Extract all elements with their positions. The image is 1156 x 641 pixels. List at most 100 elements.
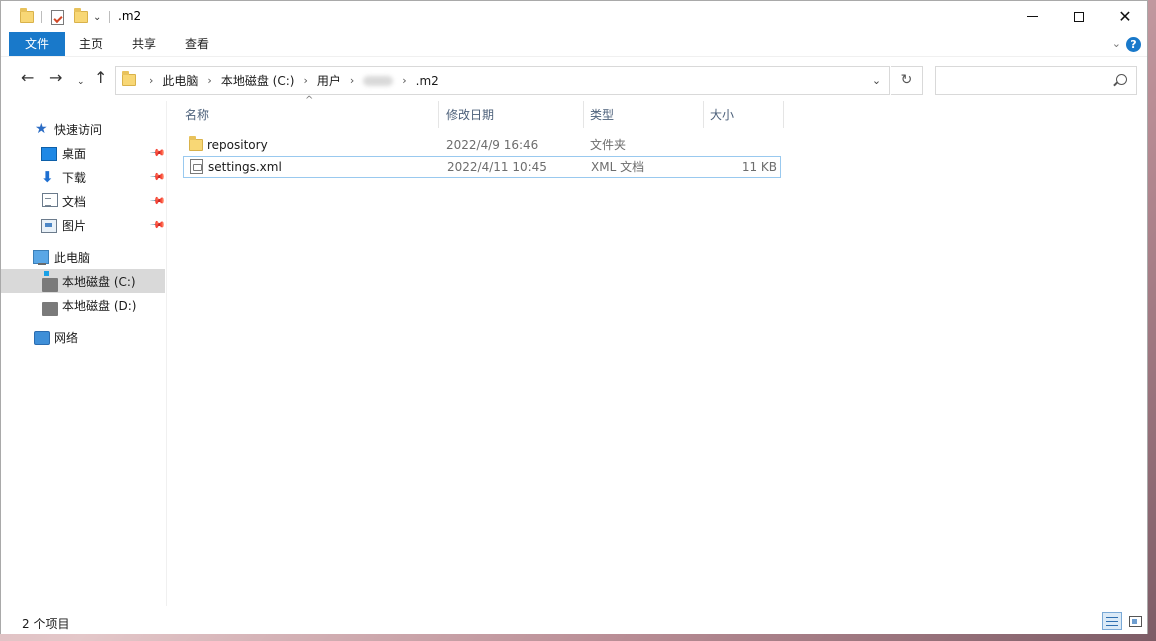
- breadcrumb-separator: ›: [149, 74, 154, 87]
- ribbon-tabs: 文件 主页 共享 查看 ⌄ ?: [1, 32, 1147, 56]
- explorer-window: ⌄ .m2 ✕ 文件 主页 共享 查看 ⌄ ? ← → ⌄ ↑ › 此电脑 › …: [0, 0, 1148, 634]
- search-icon[interactable]: [1116, 74, 1127, 85]
- sidebar-item-pictures[interactable]: 图片 📌: [1, 213, 166, 237]
- navigation-pane: ★ 快速访问 桌面 📌 ⬇ 下载 📌 文档 📌 图片 📌 此电脑 本地磁盘 (C…: [1, 101, 167, 606]
- sidebar-item-label: 此电脑: [54, 250, 91, 265]
- title-bar: ⌄ .m2 ✕: [1, 1, 1147, 32]
- column-header-size[interactable]: 大小: [704, 101, 784, 128]
- maximize-icon: [1074, 11, 1084, 22]
- tab-share[interactable]: 共享: [128, 32, 160, 56]
- documents-icon: [42, 193, 58, 207]
- details-view-button[interactable]: [1102, 612, 1122, 630]
- folder-icon: [122, 71, 136, 86]
- sidebar-item-label: 桌面: [62, 146, 87, 161]
- file-name: settings.xml: [208, 160, 282, 174]
- breadcrumb-separator[interactable]: ›: [303, 74, 307, 87]
- tab-home[interactable]: 主页: [75, 32, 107, 56]
- breadcrumb-separator[interactable]: ›: [350, 74, 354, 87]
- sidebar-item-network[interactable]: 网络: [1, 325, 165, 349]
- breadcrumb-this-pc[interactable]: 此电脑: [162, 72, 198, 89]
- navigation-bar: ← → ⌄ ↑ › 此电脑 › 本地磁盘 (C:) › 用户 › › .m2 ⌄…: [1, 56, 1147, 101]
- table-row[interactable]: repository 2022/4/9 16:46 文件夹: [183, 135, 781, 157]
- folder-icon: [20, 8, 34, 26]
- xml-file-icon: [190, 159, 203, 174]
- window-title: .m2: [118, 9, 142, 23]
- download-icon: ⬇: [41, 168, 54, 186]
- toolbar-separator: [41, 8, 42, 26]
- maximize-button[interactable]: [1056, 1, 1102, 32]
- close-button[interactable]: ✕: [1102, 1, 1148, 32]
- tab-view[interactable]: 查看: [181, 32, 213, 56]
- sidebar-item-drive-d[interactable]: 本地磁盘 (D:): [1, 293, 165, 317]
- details-view-icon: [1106, 617, 1118, 626]
- file-list: ^ 名称 修改日期 类型 大小 repository 2022/4/9 16:4…: [167, 95, 1147, 606]
- star-icon: ★: [35, 121, 48, 137]
- help-icon[interactable]: ?: [1126, 37, 1141, 52]
- pin-icon[interactable]: 📌: [149, 217, 166, 234]
- column-header-date[interactable]: 修改日期: [440, 101, 584, 128]
- file-size: 11 KB: [741, 160, 777, 174]
- file-date: 2022/4/11 10:45: [447, 160, 547, 174]
- item-count: 2 个项目: [22, 617, 70, 631]
- up-button[interactable]: ↑: [94, 70, 107, 86]
- desktop-icon: [41, 147, 57, 161]
- search-box[interactable]: [935, 66, 1137, 95]
- new-folder-icon[interactable]: [74, 8, 88, 26]
- customize-quick-access-icon[interactable]: ⌄: [93, 8, 101, 26]
- properties-icon[interactable]: [51, 8, 64, 26]
- sidebar-item-drive-c[interactable]: 本地磁盘 (C:): [1, 269, 165, 293]
- minimize-button[interactable]: [1009, 1, 1055, 32]
- sidebar-item-desktop[interactable]: 桌面 📌: [1, 141, 166, 165]
- pin-icon[interactable]: 📌: [149, 145, 166, 162]
- expand-ribbon-icon[interactable]: ⌄: [1112, 37, 1121, 50]
- sidebar-item-this-pc[interactable]: 此电脑: [1, 245, 165, 269]
- breadcrumb-drive-c[interactable]: 本地磁盘 (C:): [221, 72, 295, 89]
- breadcrumb-separator[interactable]: ›: [402, 74, 406, 87]
- sidebar-item-label: 文档: [62, 194, 87, 209]
- address-history-dropdown[interactable]: ⌄: [863, 67, 889, 94]
- folder-icon: [189, 136, 203, 151]
- sidebar-item-label: 下载: [62, 170, 87, 185]
- breadcrumb-m2[interactable]: .m2: [416, 74, 439, 88]
- computer-icon: [33, 250, 49, 265]
- back-button[interactable]: ←: [21, 70, 34, 86]
- large-icons-view-button[interactable]: [1125, 612, 1145, 630]
- tab-file[interactable]: 文件: [9, 32, 65, 56]
- windows-drive-icon: [42, 271, 58, 292]
- table-row[interactable]: settings.xml 2022/4/11 10:45 XML 文档 11 K…: [183, 156, 781, 178]
- breadcrumb-username-redacted[interactable]: [363, 75, 394, 86]
- refresh-icon: ↻: [900, 72, 913, 88]
- search-input[interactable]: [940, 71, 1110, 90]
- network-icon: [34, 331, 50, 345]
- sidebar-item-label: 本地磁盘 (C:): [62, 274, 136, 289]
- sidebar-item-documents[interactable]: 文档 📌: [1, 189, 166, 213]
- sidebar-item-quick-access[interactable]: ★ 快速访问: [1, 117, 165, 141]
- pictures-icon: [41, 219, 57, 233]
- pin-icon[interactable]: 📌: [149, 193, 166, 210]
- close-icon: ✕: [1118, 6, 1132, 26]
- file-name: repository: [207, 138, 268, 152]
- pin-icon[interactable]: 📌: [149, 169, 166, 186]
- sidebar-item-label: 网络: [54, 330, 79, 345]
- drive-icon: [42, 302, 58, 316]
- status-bar: 2 个项目: [1, 607, 1147, 634]
- file-type: XML 文档: [591, 160, 645, 174]
- breadcrumb: › 此电脑 › 本地磁盘 (C:) › 用户 › › .m2: [140, 67, 439, 94]
- large-icons-view-icon: [1129, 616, 1142, 627]
- breadcrumb-separator[interactable]: ›: [207, 74, 211, 87]
- file-type: 文件夹: [590, 138, 627, 152]
- sidebar-item-downloads[interactable]: ⬇ 下载 📌: [1, 165, 166, 189]
- sidebar-item-label: 本地磁盘 (D:): [62, 298, 137, 313]
- sidebar-item-label: 快速访问: [54, 122, 103, 137]
- refresh-button[interactable]: ↻: [891, 66, 923, 95]
- forward-button[interactable]: →: [49, 70, 62, 86]
- file-date: 2022/4/9 16:46: [446, 138, 539, 152]
- sidebar-item-label: 图片: [62, 218, 87, 233]
- column-header-type[interactable]: 类型: [584, 101, 704, 128]
- toolbar-separator: [109, 8, 110, 26]
- file-size: [700, 135, 776, 155]
- address-bar[interactable]: › 此电脑 › 本地磁盘 (C:) › 用户 › › .m2 ⌄: [115, 66, 890, 95]
- recent-locations-button[interactable]: ⌄: [77, 74, 85, 90]
- breadcrumb-users[interactable]: 用户: [317, 72, 341, 89]
- column-header-name[interactable]: 名称: [179, 101, 439, 128]
